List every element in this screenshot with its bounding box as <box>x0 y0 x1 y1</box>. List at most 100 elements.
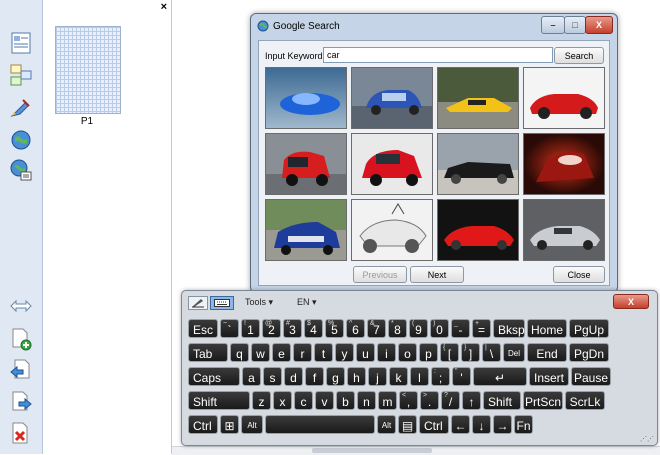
key-sym[interactable]: ~ ` <box>220 319 239 338</box>
result-image[interactable] <box>351 133 433 195</box>
key-sym[interactable]: | \ <box>482 343 501 362</box>
language-menu[interactable]: EN ▾ <box>297 296 317 308</box>
key-k[interactable]: k <box>389 367 408 386</box>
key-n[interactable]: n <box>357 391 376 410</box>
result-image[interactable] <box>265 133 347 195</box>
key-sym[interactable]: }] <box>461 343 480 362</box>
key-Tab[interactable]: Tab <box>188 343 228 362</box>
key-Shift[interactable]: Shift <box>483 391 521 410</box>
result-image[interactable] <box>523 67 605 129</box>
add-page-icon[interactable] <box>9 327 33 351</box>
globe-icon[interactable] <box>9 128 33 152</box>
next-button[interactable]: Next <box>410 266 464 283</box>
key-9[interactable]: (9 <box>409 319 428 338</box>
keyboard-close-button[interactable]: X <box>613 294 649 309</box>
panel-close-button[interactable]: × <box>161 1 167 13</box>
page-thumbnail[interactable] <box>55 26 121 114</box>
key-5[interactable]: % 5 <box>325 319 344 338</box>
key-Pause[interactable]: Pause <box>571 367 611 386</box>
tools-menu[interactable]: Tools ▾ <box>245 296 273 308</box>
key-3[interactable]: #3 <box>283 319 302 338</box>
key-sym[interactable]: + = <box>472 319 491 338</box>
key-sym[interactable]: → <box>493 415 512 434</box>
key-b[interactable]: b <box>336 391 355 410</box>
key-Bksp[interactable]: Bksp <box>493 319 525 338</box>
key-sym[interactable]: ↓ <box>472 415 491 434</box>
key-sym[interactable]: ↵ <box>473 367 527 386</box>
resize-grip-icon[interactable]: ⋰⋰ <box>640 435 654 443</box>
key-4[interactable]: $4 <box>304 319 323 338</box>
key-sym[interactable]: _ - <box>451 319 470 338</box>
minimize-button[interactable]: – <box>541 16 565 34</box>
result-image[interactable] <box>351 67 433 129</box>
result-image[interactable] <box>351 199 433 261</box>
key-Fn[interactable]: Fn <box>514 415 533 434</box>
result-image[interactable] <box>523 199 605 261</box>
key-j[interactable]: j <box>368 367 387 386</box>
key-z[interactable]: z <box>252 391 271 410</box>
key-a[interactable]: a <box>242 367 261 386</box>
key-v[interactable]: v <box>315 391 334 410</box>
key-Alt[interactable]: Alt <box>377 415 396 434</box>
key-sym[interactable]: :; <box>431 367 450 386</box>
key-f[interactable]: f <box>305 367 324 386</box>
delete-page-icon[interactable] <box>9 421 33 445</box>
key-sym[interactable]: ← <box>451 415 470 434</box>
key-Home[interactable]: Home <box>527 319 567 338</box>
keyboard-mode-icon[interactable] <box>210 296 234 310</box>
key-g[interactable]: g <box>326 367 345 386</box>
result-image[interactable] <box>437 67 519 129</box>
key-sym[interactable]: ⊞ <box>220 415 239 434</box>
window-close-button[interactable]: X <box>585 16 613 34</box>
key-End[interactable]: End <box>527 343 567 362</box>
key-u[interactable]: u <box>356 343 375 362</box>
key-Del[interactable]: Del <box>503 343 525 362</box>
key-q[interactable]: q <box>230 343 249 362</box>
key-s[interactable]: s <box>263 367 282 386</box>
pen-tool-icon[interactable] <box>9 96 33 120</box>
result-image[interactable] <box>437 199 519 261</box>
scrollbar-thumb[interactable] <box>312 448 432 453</box>
key-1[interactable]: ! 1 <box>241 319 260 338</box>
handwriting-mode-icon[interactable] <box>188 296 208 310</box>
key-2[interactable]: @2 <box>262 319 281 338</box>
keyword-input[interactable] <box>323 47 553 63</box>
key-y[interactable]: y <box>335 343 354 362</box>
key-h[interactable]: h <box>347 367 366 386</box>
previous-page-icon[interactable] <box>9 358 33 382</box>
key-sym[interactable]: " ' <box>452 367 471 386</box>
key-sym[interactable]: {[ <box>440 343 459 362</box>
previous-button[interactable]: Previous <box>353 266 407 283</box>
key-8[interactable]: * 8 <box>388 319 407 338</box>
key-d[interactable]: d <box>284 367 303 386</box>
key-Esc[interactable]: Esc <box>188 319 218 338</box>
key-o[interactable]: o <box>398 343 417 362</box>
key-Caps[interactable]: Caps <box>188 367 240 386</box>
key-0[interactable]: ) 0 <box>430 319 449 338</box>
key-PgDn[interactable]: PgDn <box>569 343 609 362</box>
key-t[interactable]: t <box>314 343 333 362</box>
internet-search-icon[interactable] <box>9 158 33 182</box>
maximize-button[interactable]: □ <box>564 16 586 34</box>
next-page-icon[interactable] <box>9 390 33 414</box>
close-button[interactable]: Close <box>553 266 605 283</box>
key-ScrLk[interactable]: ScrLk <box>565 391 605 410</box>
key-sym[interactable]: >. <box>420 391 439 410</box>
key-Alt[interactable]: Alt <box>241 415 263 434</box>
key-sym[interactable]: ▤ <box>398 415 417 434</box>
key-sym[interactable]: ? / <box>441 391 460 410</box>
page-layout-icon[interactable] <box>9 31 33 55</box>
search-button[interactable]: Search <box>554 47 604 64</box>
result-image[interactable] <box>265 199 347 261</box>
result-image[interactable] <box>437 133 519 195</box>
key-e[interactable]: e <box>272 343 291 362</box>
key-7[interactable]: & 7 <box>367 319 386 338</box>
key-6[interactable]: ^ 6 <box>346 319 365 338</box>
key-sym[interactable]: <, <box>399 391 418 410</box>
key-l[interactable]: l <box>410 367 429 386</box>
key-i[interactable]: i <box>377 343 396 362</box>
page-sorter-icon[interactable] <box>9 63 33 87</box>
key-r[interactable]: r <box>293 343 312 362</box>
key-p[interactable]: p <box>419 343 438 362</box>
key-Shift[interactable]: Shift <box>188 391 250 410</box>
